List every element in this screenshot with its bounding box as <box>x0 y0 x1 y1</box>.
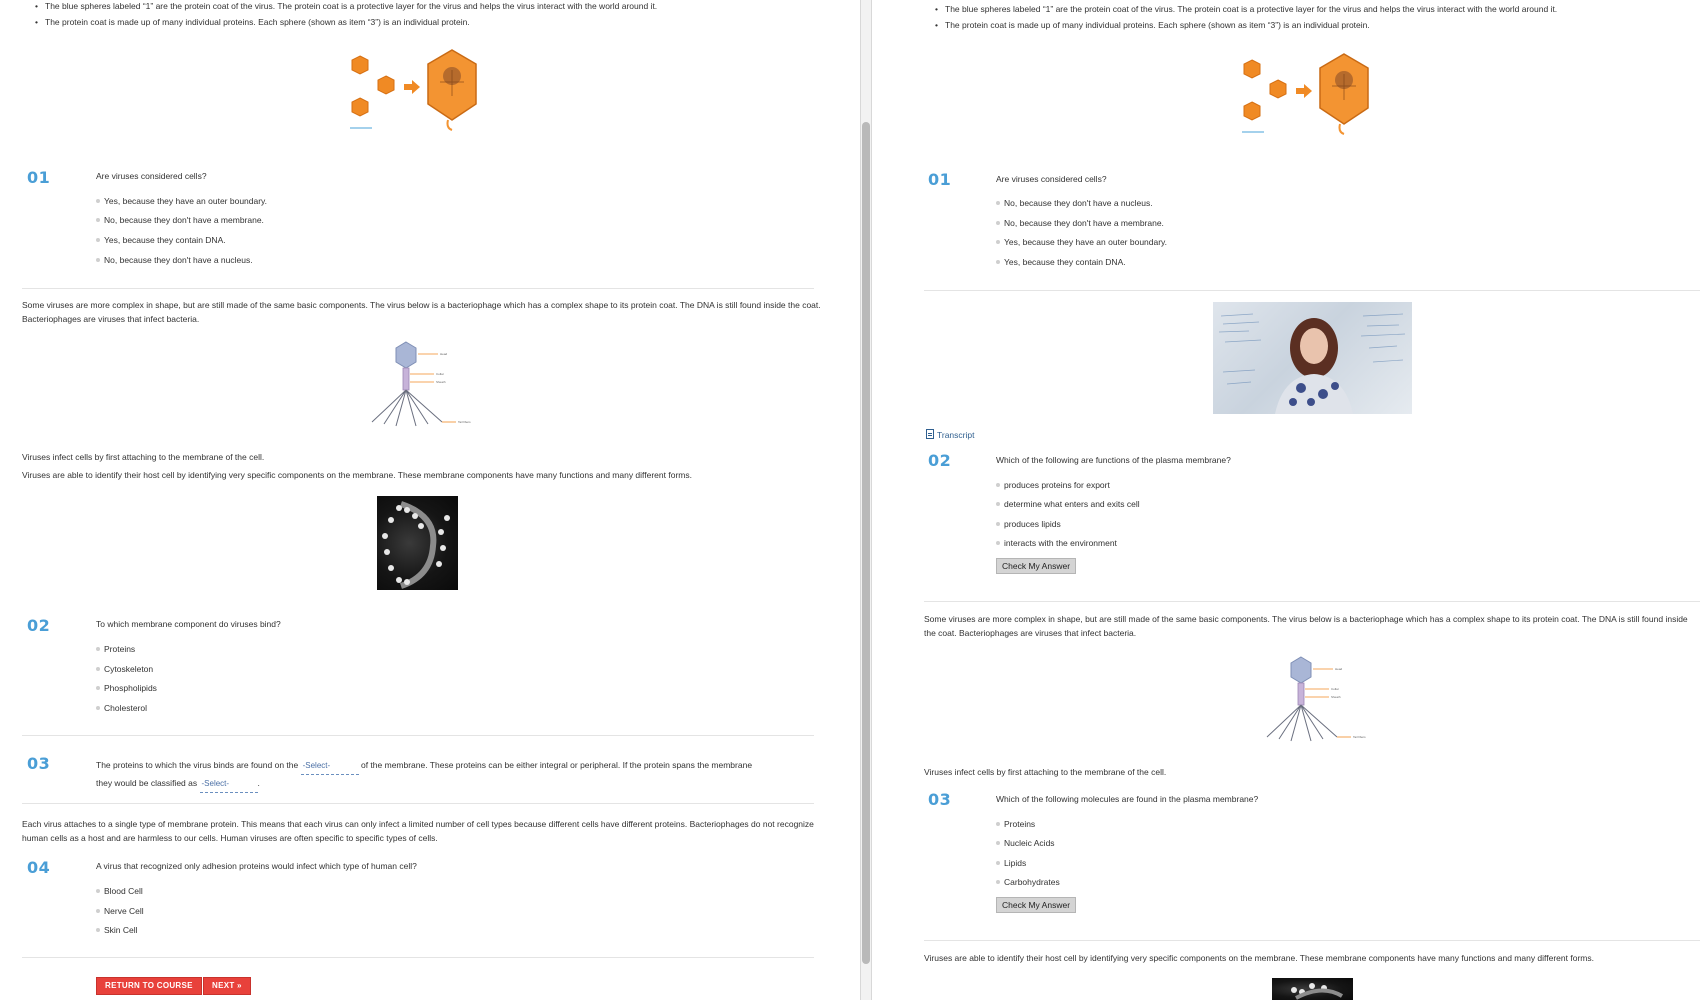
question-text: Are viruses considered cells? <box>996 174 1107 184</box>
question-text: Which of the following molecules are fou… <box>996 794 1259 804</box>
check-answer-button[interactable]: Check My Answer <box>996 897 1077 913</box>
question-number: 03 <box>27 754 51 773</box>
paragraph-infect: Viruses infect cells by first attaching … <box>924 767 1167 777</box>
fill-in-question-text: The proteins to which the virus binds ar… <box>96 757 816 793</box>
answer-option[interactable]: Yes, because they have an outer boundary… <box>996 237 1167 247</box>
protein-coat-illustration <box>1242 53 1369 135</box>
section-divider <box>924 601 1700 602</box>
section-divider <box>924 290 1700 291</box>
right-document-pane: The blue spheres labeled “1” are the pro… <box>872 0 1706 1000</box>
answer-option[interactable]: Proteins <box>96 644 135 654</box>
check-answer-button[interactable]: Check My Answer <box>996 558 1077 574</box>
question-number: 01 <box>27 168 51 187</box>
answer-option[interactable]: Blood Cell <box>96 886 143 896</box>
svg-text:Sheath: Sheath <box>1331 695 1341 699</box>
question-text: Which of the following are functions of … <box>996 455 1231 465</box>
svg-text:Head: Head <box>440 352 448 356</box>
transcript-link-label: Transcript <box>937 430 975 440</box>
answer-option[interactable]: Carbohydrates <box>996 877 1060 887</box>
svg-text:Tail fibers: Tail fibers <box>1353 735 1366 739</box>
question-number: 01 <box>928 170 952 189</box>
section-divider <box>22 735 814 736</box>
question-text: Are viruses considered cells? <box>96 171 207 181</box>
question-number: 02 <box>27 616 51 635</box>
intro-bullet: The protein coat is made up of many indi… <box>32 14 852 30</box>
question-text: To which membrane component do viruses b… <box>96 619 281 629</box>
answer-option[interactable]: Skin Cell <box>96 925 138 935</box>
answer-option[interactable]: Yes, because they have an outer boundary… <box>96 196 267 206</box>
intro-bullet-list: The blue spheres labeled “1” are the pro… <box>932 1 1702 33</box>
intro-bullet: The protein coat is made up of many indi… <box>932 17 1702 33</box>
intro-bullet: The blue spheres labeled “1” are the pro… <box>32 0 852 14</box>
answer-option[interactable]: Nerve Cell <box>96 906 144 916</box>
next-button[interactable]: NEXT » <box>203 977 251 995</box>
svg-text:Tail fibers: Tail fibers <box>458 420 471 424</box>
question-text: A virus that recognized only adhesion pr… <box>96 861 417 871</box>
answer-option[interactable]: produces lipids <box>996 519 1061 529</box>
paragraph-complex-viruses: Some viruses are more complex in shape, … <box>22 300 821 324</box>
paragraph-identify: Viruses are able to identify their host … <box>22 470 692 480</box>
question-text-part: The proteins to which the virus binds ar… <box>96 760 299 770</box>
svg-text:Collar: Collar <box>436 372 444 376</box>
answer-option[interactable]: interacts with the environment <box>996 538 1117 548</box>
section-divider <box>924 940 1700 941</box>
virus-micrograph-image <box>377 496 458 590</box>
answer-option[interactable]: No, because they don't have a membrane. <box>996 218 1164 228</box>
answer-option[interactable]: Yes, because they contain DNA. <box>996 257 1126 267</box>
question-text-part: . <box>257 778 260 788</box>
answer-option[interactable]: Lipids <box>996 858 1026 868</box>
left-document-pane: The blue spheres labeled “1” are the pro… <box>0 0 860 1000</box>
paragraph-identify: Viruses are able to identify their host … <box>924 953 1594 963</box>
section-divider <box>22 803 814 804</box>
intro-bullet-list: The blue spheres labeled “1” are the pro… <box>32 0 852 30</box>
intro-bullet: The blue spheres labeled “1” are the pro… <box>932 1 1702 17</box>
transcript-link[interactable]: Transcript <box>926 429 974 440</box>
question-number: 04 <box>27 858 51 877</box>
svg-text:Collar: Collar <box>1331 687 1339 691</box>
paragraph-attach: Each virus attaches to a single type of … <box>22 819 814 843</box>
question-number: 02 <box>928 451 952 470</box>
question-text-part: they would be classified as <box>96 778 198 788</box>
svg-text:Head: Head <box>1335 667 1343 671</box>
question-text-part: of the membrane. These proteins can be e… <box>360 760 753 770</box>
section-divider <box>22 288 814 289</box>
protein-coat-illustration <box>350 49 477 131</box>
bacteriophage-diagram: Head Collar Sheath Tail fibers <box>1266 656 1366 742</box>
document-icon <box>926 429 934 439</box>
paragraph-infect: Viruses infect cells by first attaching … <box>22 452 265 462</box>
answer-option[interactable]: Phospholipids <box>96 683 157 693</box>
answer-option[interactable]: No, because they don't have a membrane. <box>96 215 264 225</box>
answer-option[interactable]: No, because they don't have a nucleus. <box>996 198 1153 208</box>
answer-option[interactable]: Cholesterol <box>96 703 147 713</box>
lecture-video-thumbnail[interactable] <box>1213 302 1412 414</box>
svg-text:Sheath: Sheath <box>436 380 446 384</box>
answer-option[interactable]: produces proteins for export <box>996 480 1110 490</box>
classification-select[interactable]: -Select- <box>199 775 258 793</box>
paragraph-complex-viruses: Some viruses are more complex in shape, … <box>924 614 1688 638</box>
answer-option[interactable]: Cytoskeleton <box>96 664 153 674</box>
section-divider <box>22 957 814 958</box>
answer-option[interactable]: determine what enters and exits cell <box>996 499 1140 509</box>
answer-option[interactable]: No, because they don't have a nucleus. <box>96 255 253 265</box>
answer-option[interactable]: Nucleic Acids <box>996 838 1055 848</box>
question-number: 03 <box>928 790 952 809</box>
answer-option[interactable]: Yes, because they contain DNA. <box>96 235 226 245</box>
scrollbar-thumb[interactable] <box>862 122 870 964</box>
bacteriophage-diagram: Head Collar Sheath Tail fibers <box>371 341 471 427</box>
virus-micrograph-image <box>1272 978 1353 1000</box>
answer-option[interactable]: Proteins <box>996 819 1035 829</box>
location-select[interactable]: -Select- <box>300 757 359 775</box>
return-to-course-button[interactable]: RETURN TO COURSE <box>96 977 202 995</box>
